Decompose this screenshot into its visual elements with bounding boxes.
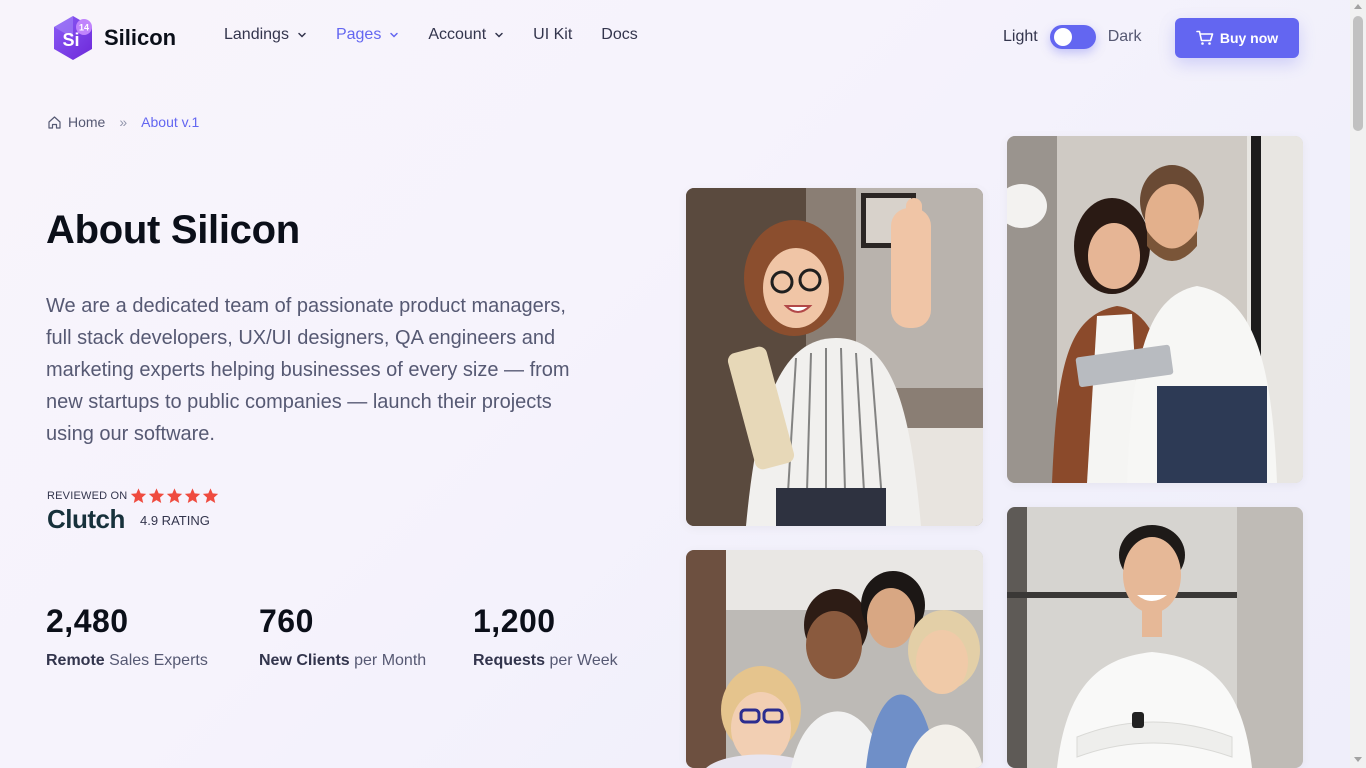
stat-new-clients: 760 New Clients per Month (259, 603, 426, 670)
page-title: About Silicon (46, 208, 300, 252)
nav-item-label: UI Kit (533, 26, 573, 43)
breadcrumb-home-link[interactable]: Home (47, 114, 105, 130)
nav-item-label: Account (428, 26, 487, 43)
nav-item-pages[interactable]: Pages (336, 26, 399, 44)
photo-colleagues-tablet (1007, 136, 1303, 483)
lead-paragraph: We are a dedicated team of passionate pr… (46, 295, 570, 445)
photo-man-arms-crossed (1007, 507, 1303, 768)
star-icon (166, 488, 183, 503)
clutch-rating: 4.9 RATING (140, 513, 210, 528)
stats-row: 2,480 Remote Sales Experts 760 New Clien… (46, 603, 646, 683)
star-icon (184, 488, 201, 503)
site-header: 14 Si Silicon Landings Pages Account UI … (0, 0, 1350, 76)
theme-switcher: Light Dark (1003, 25, 1141, 49)
nav-item-ui-kit[interactable]: UI Kit (533, 26, 572, 44)
chevron-down-icon (298, 32, 306, 38)
buy-now-label: Buy now (1219, 30, 1279, 46)
nav-item-docs[interactable]: Docs (601, 26, 637, 44)
svg-text:14: 14 (79, 23, 89, 33)
brand-name: Silicon (104, 25, 177, 50)
main-nav: Landings Pages Account UI Kit Docs (224, 26, 667, 44)
cart-icon (1196, 30, 1214, 45)
stat-remote-experts: 2,480 Remote Sales Experts (46, 603, 208, 670)
stat-number: 2,480 (46, 603, 129, 639)
scroll-up-icon[interactable] (1354, 4, 1362, 9)
stat-number: 760 (259, 603, 314, 639)
scroll-down-icon[interactable] (1354, 757, 1362, 762)
star-icon (130, 488, 147, 503)
toggle-knob (1053, 28, 1072, 46)
star-icon (148, 488, 165, 503)
photo-woman-thumbs-up (686, 188, 983, 526)
home-icon (48, 115, 61, 129)
breadcrumb-current: About v.1 (141, 114, 200, 130)
reviewed-on-label: REVIEWED ON (47, 490, 128, 502)
buy-now-button[interactable]: Buy now (1175, 18, 1299, 58)
clutch-review-badge[interactable]: REVIEWED ON Clutch 4.9 RATING (47, 488, 237, 534)
nav-item-label: Landings (224, 26, 289, 43)
theme-toggle[interactable] (1049, 25, 1096, 49)
stat-caption: Remote Sales Experts (46, 652, 208, 669)
nav-item-label: Docs (601, 26, 638, 43)
nav-item-account[interactable]: Account (428, 26, 504, 44)
chevron-down-icon (390, 32, 399, 38)
breadcrumb-separator: » (119, 114, 128, 130)
stat-caption: New Clients per Month (259, 652, 427, 669)
scrollbar-thumb[interactable] (1353, 16, 1363, 131)
rating-stars (130, 488, 220, 504)
photo-group-smiling (686, 550, 983, 768)
nav-item-landings[interactable]: Landings (224, 26, 307, 44)
theme-light-label: Light (1003, 28, 1038, 45)
brand-logo-link[interactable]: 14 Si Silicon (50, 15, 176, 61)
nav-item-label: Pages (335, 26, 382, 43)
silicon-logo-icon: 14 Si (50, 15, 96, 61)
chevron-down-icon (495, 32, 503, 38)
stat-caption: Requests per Week (473, 652, 618, 669)
stat-requests: 1,200 Requests per Week (473, 603, 618, 670)
star-icon (202, 488, 219, 503)
svg-text:Si: Si (62, 30, 79, 50)
breadcrumb-home-label: Home (68, 114, 106, 130)
clutch-logo: Clutch (47, 504, 125, 534)
theme-dark-label: Dark (1107, 28, 1142, 45)
breadcrumb: Home » About v.1 (47, 114, 199, 130)
stat-number: 1,200 (473, 603, 556, 639)
page-scrollbar[interactable] (1350, 0, 1366, 768)
